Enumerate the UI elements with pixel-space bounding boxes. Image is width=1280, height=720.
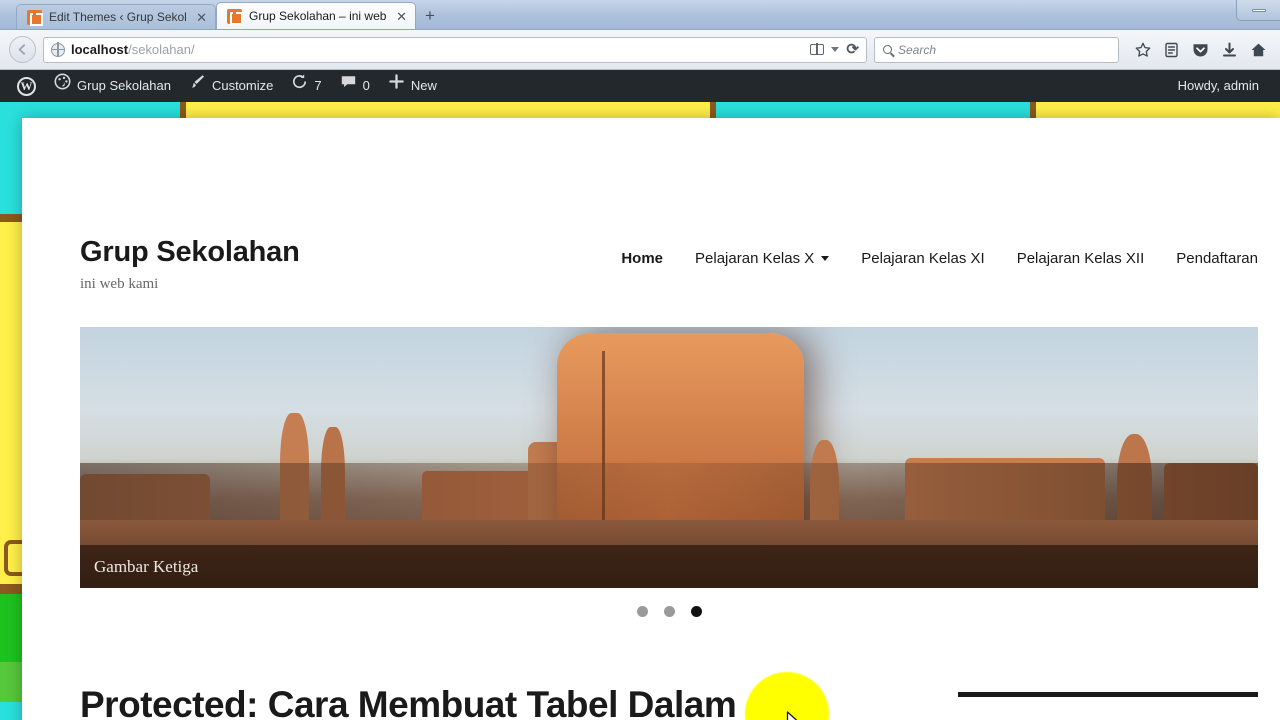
nav-item-label: Pelajaran Kelas X bbox=[695, 250, 815, 267]
plus-icon bbox=[388, 70, 405, 102]
nav-item-label: Pendaftaran bbox=[1176, 250, 1258, 267]
slide-caption: Gambar Ketiga bbox=[94, 556, 199, 576]
admin-bar-customize-label: Customize bbox=[211, 78, 274, 93]
browser-navigation-bar: localhost/sekolahan/ ⟳ Search bbox=[0, 30, 1280, 70]
site-content-wrapper: Grup Sekolahan ini web kami Home Pelajar… bbox=[22, 118, 1280, 720]
browser-tab-title: Grup Sekolahan – ini web k... bbox=[249, 9, 387, 23]
search-bar[interactable]: Search bbox=[874, 36, 1119, 63]
admin-bar-account[interactable]: Howdy, admin bbox=[1169, 70, 1268, 102]
downloads-icon[interactable] bbox=[1222, 42, 1237, 58]
slider-image[interactable]: Gambar Ketiga bbox=[80, 327, 1258, 589]
widget-divider bbox=[958, 692, 1258, 698]
featured-slider: Gambar Ketiga bbox=[80, 327, 1258, 618]
nav-item-label: Home bbox=[621, 250, 664, 267]
chevron-down-icon[interactable] bbox=[821, 256, 830, 261]
url-text: localhost/sekolahan/ bbox=[71, 42, 804, 57]
nav-item-pelajaran-kelas-xii[interactable]: Pelajaran Kelas XII bbox=[1001, 250, 1161, 267]
library-icon[interactable] bbox=[1164, 42, 1179, 58]
wordpress-favicon-icon bbox=[27, 9, 43, 26]
wp-logo-menu[interactable]: W bbox=[8, 70, 45, 102]
bookmark-star-icon[interactable] bbox=[1135, 42, 1151, 58]
slider-dot-3[interactable] bbox=[690, 606, 702, 618]
back-arrow-icon bbox=[18, 44, 26, 55]
admin-bar-account-label: Howdy, admin bbox=[1177, 78, 1259, 93]
back-button[interactable] bbox=[9, 36, 36, 63]
pocket-icon[interactable] bbox=[1192, 42, 1209, 58]
url-path: /sekolahan/ bbox=[128, 42, 195, 57]
new-tab-button[interactable]: + bbox=[416, 5, 444, 29]
wordpress-favicon-icon bbox=[227, 8, 243, 25]
nav-item-pelajaran-kelas-xi[interactable]: Pelajaran Kelas XI bbox=[845, 250, 1000, 267]
admin-bar-item-site-name[interactable]: Grup Sekolahan bbox=[45, 70, 180, 102]
url-bar-icons: ⟳ bbox=[810, 42, 862, 57]
slide-shadow bbox=[80, 463, 1258, 521]
admin-bar-item-comments[interactable]: 0 bbox=[331, 70, 379, 102]
browser-titlebar: Edit Themes ‹ Grup Sekola... ✕ Grup Seko… bbox=[0, 0, 1280, 30]
content-area: Protected: Cara Membuat Tabel Dalam bbox=[22, 617, 1280, 720]
dashboard-icon bbox=[54, 70, 71, 102]
primary-navigation: Home Pelajaran Kelas X Pelajaran Kelas X… bbox=[605, 236, 1258, 267]
slide-caption-bar: Gambar Ketiga bbox=[80, 545, 1258, 589]
page-viewport: Grup Sekolahan ini web kami Home Pelajar… bbox=[0, 102, 1280, 720]
slider-dot-2[interactable] bbox=[663, 606, 675, 618]
globe-icon bbox=[50, 42, 65, 57]
search-input[interactable]: Search bbox=[898, 43, 936, 57]
sidebar bbox=[958, 683, 1258, 720]
nav-item-pelajaran-kelas-x[interactable]: Pelajaran Kelas X bbox=[679, 250, 845, 267]
chevron-down-icon[interactable] bbox=[831, 47, 840, 52]
window-controls bbox=[1236, 0, 1280, 22]
home-icon[interactable] bbox=[1250, 42, 1267, 58]
comment-icon bbox=[340, 70, 357, 102]
close-icon[interactable]: ✕ bbox=[194, 11, 207, 24]
search-icon bbox=[883, 45, 892, 54]
browser-window: Edit Themes ‹ Grup Sekola... ✕ Grup Seko… bbox=[0, 0, 1280, 720]
browser-tab-grup-sekolahan[interactable]: Grup Sekolahan – ini web k... ✕ bbox=[216, 2, 416, 29]
url-host: localhost bbox=[71, 42, 129, 57]
nav-item-label: Pelajaran Kelas XII bbox=[1016, 250, 1145, 267]
nav-item-home[interactable]: Home bbox=[605, 250, 679, 267]
reader-mode-icon[interactable] bbox=[810, 43, 825, 55]
admin-bar-item-customize[interactable]: Customize bbox=[180, 70, 282, 102]
admin-bar-new-label: New bbox=[410, 78, 437, 93]
site-header: Grup Sekolahan ini web kami Home Pelajar… bbox=[22, 118, 1280, 293]
browser-toolbar-icons bbox=[1126, 42, 1271, 58]
admin-bar-site-name-label: Grup Sekolahan bbox=[77, 78, 171, 93]
admin-bar-comments-count: 0 bbox=[362, 78, 370, 93]
site-title[interactable]: Grup Sekolahan bbox=[80, 236, 300, 269]
reload-icon[interactable]: ⟳ bbox=[846, 42, 859, 57]
admin-bar-item-new[interactable]: New bbox=[379, 70, 446, 102]
wordpress-logo-icon: W bbox=[17, 76, 36, 96]
mouse-cursor-icon bbox=[786, 711, 804, 720]
browser-tab-edit-themes[interactable]: Edit Themes ‹ Grup Sekola... ✕ bbox=[16, 4, 216, 29]
admin-bar-updates-count: 7 bbox=[314, 78, 322, 93]
slider-dot-1[interactable] bbox=[636, 606, 648, 618]
browser-tab-title: Edit Themes ‹ Grup Sekola... bbox=[49, 10, 187, 24]
updates-icon bbox=[291, 70, 308, 102]
minimize-button[interactable] bbox=[1236, 0, 1280, 21]
site-tagline: ini web kami bbox=[80, 276, 159, 293]
slider-pagination bbox=[80, 588, 1258, 618]
url-bar[interactable]: localhost/sekolahan/ ⟳ bbox=[43, 36, 867, 63]
nav-item-pendaftaran[interactable]: Pendaftaran bbox=[1160, 250, 1258, 267]
brush-icon bbox=[189, 70, 206, 102]
nav-item-label: Pelajaran Kelas XI bbox=[861, 250, 985, 267]
close-icon[interactable]: ✕ bbox=[394, 10, 407, 23]
wp-admin-bar: W Grup Sekolahan Customize 7 0 New Howdy… bbox=[0, 70, 1280, 102]
admin-bar-item-updates[interactable]: 7 bbox=[282, 70, 330, 102]
site-branding: Grup Sekolahan ini web kami bbox=[80, 236, 300, 293]
